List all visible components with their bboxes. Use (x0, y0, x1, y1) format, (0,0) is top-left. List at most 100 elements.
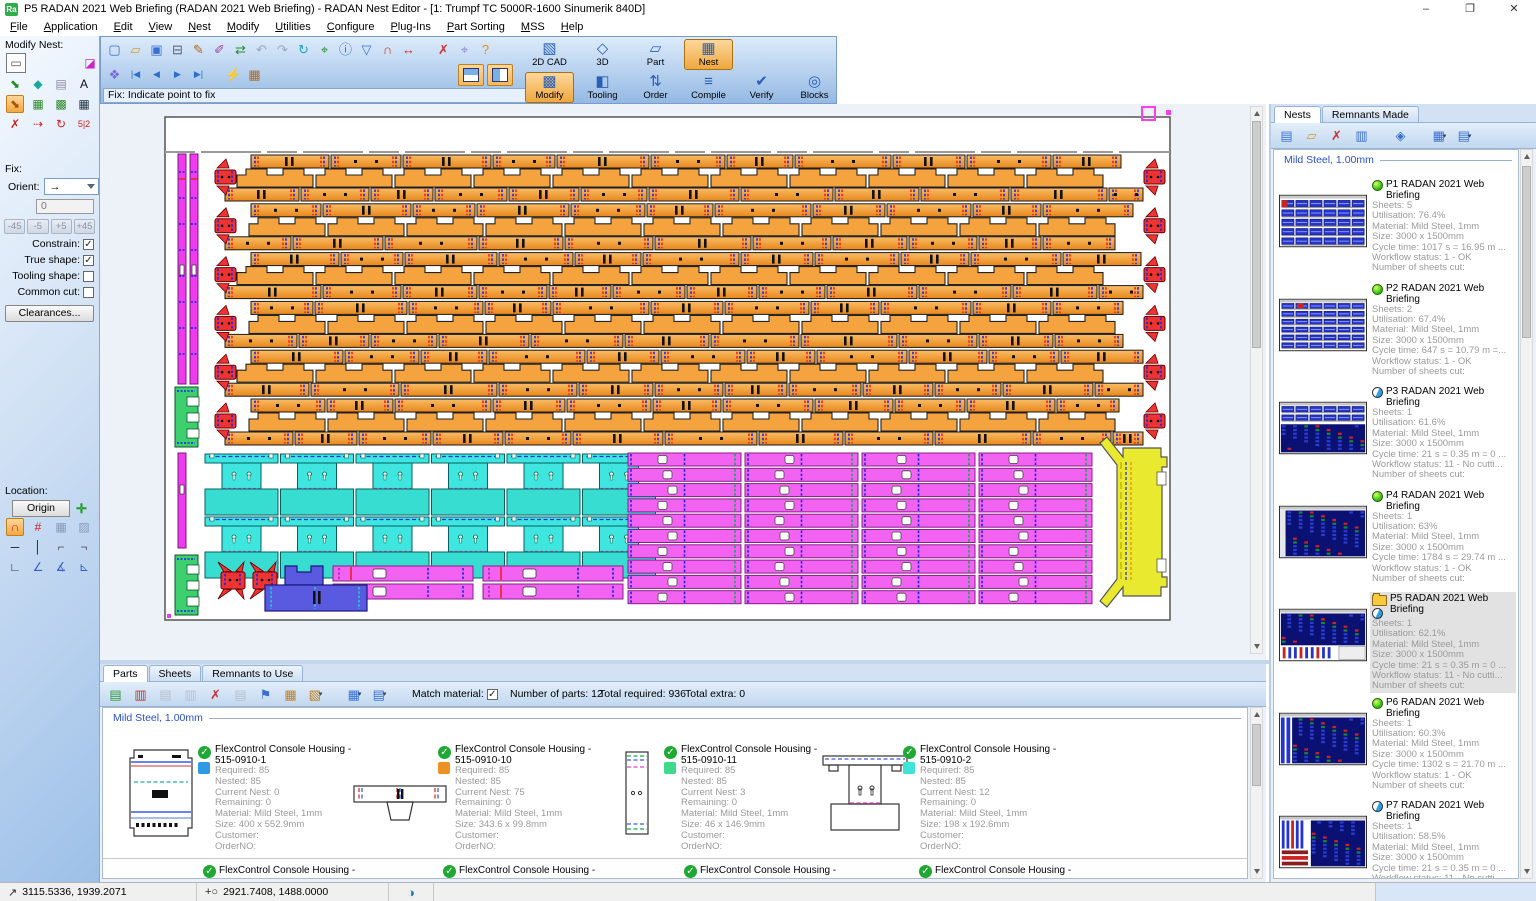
magnet-icon[interactable]: ∩ (377, 39, 398, 60)
constrain-checkbox[interactable] (83, 239, 94, 250)
angle-arc-icon[interactable]: ∡ (52, 558, 70, 576)
orient-dropdown[interactable]: → (44, 178, 99, 195)
angle-ref-icon[interactable]: ⊾ (75, 558, 93, 576)
add-part-icon[interactable]: ◆ (29, 75, 47, 93)
open-nest-icon[interactable]: ▱ (1301, 125, 1322, 146)
3d-button[interactable]: ◇3D (578, 39, 627, 70)
copy-part-icon[interactable]: ▥ (180, 684, 201, 705)
paste-part-icon[interactable]: ▤ (230, 684, 251, 705)
nest-entry-1[interactable]: P1 RADAN 2021 Web BriefingSheets: 5Utili… (1274, 166, 1518, 270)
tooling-button[interactable]: ◧Tooling (578, 72, 627, 103)
canvas-vertical-scrollbar[interactable] (1250, 106, 1263, 654)
sheet-tool-icon[interactable]: ▭ (6, 53, 26, 73)
nests-vertical-scrollbar[interactable] (1520, 149, 1533, 879)
part-list-icon[interactable]: ▤ (52, 75, 70, 93)
vertical-edge-icon[interactable]: │ (29, 538, 47, 556)
array-nest-icon[interactable]: ▦ (29, 95, 47, 113)
last-view-icon[interactable]: ▶| (188, 64, 209, 85)
detail-view-icon[interactable]: ▤▾ (1454, 125, 1475, 146)
scrollbar-thumb[interactable] (1252, 121, 1261, 348)
verify-button[interactable]: ✔Verify (737, 72, 786, 103)
part-card[interactable]: FlexControl Console Housing -515-0910-2R… (920, 744, 1070, 852)
menu-view[interactable]: View (141, 20, 181, 34)
2d-cad-button[interactable]: ▧2D CAD (525, 39, 574, 70)
tab-nests[interactable]: Nests (1274, 106, 1321, 123)
part-card[interactable]: FlexControl Console Housing -515-0910-10… (455, 744, 605, 852)
nest-entry-5[interactable]: P5 RADAN 2021 Web BriefingSheets: 1Utili… (1274, 580, 1518, 684)
menu-mss[interactable]: MSS (513, 20, 553, 34)
grid-icon[interactable]: # (29, 518, 47, 536)
restore-button[interactable]: ❐ (1448, 0, 1492, 18)
chart-view-icon[interactable]: ▧▾ (305, 684, 326, 705)
scroll-down-icon[interactable] (1254, 644, 1260, 649)
rotate-view-icon[interactable]: ↻ (293, 39, 314, 60)
corner-left-icon[interactable]: ⌐ (52, 538, 70, 556)
matrix-nest-icon[interactable]: ▦ (75, 95, 93, 113)
new-nest-icon[interactable]: ▤ (1276, 125, 1297, 146)
order-button[interactable]: ⇅Order (631, 72, 680, 103)
axis-icon[interactable]: ∟ (6, 558, 24, 576)
grid-off-icon[interactable]: ▨ (75, 518, 93, 536)
new-document-icon[interactable]: ▢ (104, 39, 125, 60)
delete-part-icon[interactable]: ✗ (6, 115, 24, 133)
angle-minus45-button[interactable]: -45 (4, 219, 25, 234)
minimize-button[interactable]: – (1404, 0, 1448, 18)
redo-icon[interactable]: ↷ (272, 39, 293, 60)
sheet-table-icon[interactable]: ▦ (244, 64, 265, 85)
measure-icon[interactable]: ↔ (398, 39, 419, 60)
nest-button[interactable]: ▦Nest (684, 39, 733, 70)
pin-part-icon[interactable]: ⚑ (255, 684, 276, 705)
help-icon[interactable]: ? (475, 39, 496, 60)
nest-entry-6[interactable]: P6 RADAN 2021 Web BriefingSheets: 1Utili… (1274, 684, 1518, 788)
match-material-checkbox[interactable] (487, 689, 498, 700)
common-cut-checkbox[interactable] (83, 287, 94, 298)
first-view-icon[interactable]: |◀ (125, 64, 146, 85)
block-nest-icon[interactable]: ▩ (52, 95, 70, 113)
close-button[interactable]: ✕ (1492, 0, 1536, 18)
table-view-icon[interactable]: ▦ (280, 684, 301, 705)
tooling-shape-checkbox[interactable] (83, 271, 94, 282)
tab-remnants-to-use[interactable]: Remnants to Use (202, 665, 303, 681)
layout-horizontal-icon[interactable] (458, 64, 484, 86)
remove-part-icon[interactable]: ✗ (205, 684, 226, 705)
part-button[interactable]: ▱Part (631, 39, 680, 70)
menu-edit[interactable]: Edit (106, 20, 141, 34)
scrollbar-thumb[interactable] (1252, 724, 1261, 786)
part-card[interactable]: FlexControl Console Housing -515-0910-1R… (215, 744, 365, 852)
menu-file[interactable]: File (2, 20, 36, 34)
grid-snap-icon[interactable]: ▦ (52, 518, 70, 536)
part-card[interactable]: FlexControl Console Housing -515-0910-11… (681, 744, 831, 852)
next-view-icon[interactable]: ▶ (167, 64, 188, 85)
nest-entry-4[interactable]: P4 RADAN 2021 Web BriefingSheets: 1Utili… (1274, 477, 1518, 581)
modify-button[interactable]: ▩Modify (525, 72, 574, 103)
undo-icon[interactable]: ↶ (251, 39, 272, 60)
move-part-icon[interactable]: ⬊ (6, 75, 24, 93)
save-icon[interactable]: ▣ (146, 39, 167, 60)
snap-pick-icon[interactable]: ⌖ (314, 39, 335, 60)
tab-remnants-made[interactable]: Remnants Made (1322, 106, 1419, 122)
export-nest-icon[interactable]: ▥ (1351, 125, 1372, 146)
filter-icon[interactable]: ▽ (356, 39, 377, 60)
print-icon[interactable]: ⊟ (167, 39, 188, 60)
layout-vertical-icon[interactable] (487, 64, 513, 86)
edit-geometry-icon[interactable]: ✐ (209, 39, 230, 60)
save-part-icon[interactable]: ▤ (155, 684, 176, 705)
menu-configure[interactable]: Configure (319, 20, 383, 34)
tab-sheets[interactable]: Sheets (149, 665, 202, 681)
horizontal-edge-icon[interactable]: ─ (6, 538, 24, 556)
clearances-button[interactable]: Clearances... (5, 305, 94, 322)
nest-canvas[interactable] (100, 104, 1266, 660)
import-part-icon[interactable]: ▥ (130, 684, 151, 705)
nest-entry-7[interactable]: P7 RADAN 2021 Web BriefingSheets: 1Utili… (1274, 787, 1518, 879)
compile-button[interactable]: ≡Compile (684, 72, 733, 103)
delete-tool-icon[interactable]: ✗ (433, 39, 454, 60)
order-nest-icon[interactable]: ◈ (1390, 125, 1411, 146)
tab-parts[interactable]: Parts (103, 665, 148, 682)
regenerate-icon[interactable]: ⚡ (223, 64, 244, 85)
info-icon[interactable]: ⓘ (335, 39, 356, 60)
list-view-icon[interactable]: ▤▾ (369, 684, 390, 705)
thumbnail-view-icon[interactable]: ▦▾ (344, 684, 365, 705)
scroll-up-icon[interactable] (1254, 712, 1260, 717)
scrollbar-thumb[interactable] (1522, 166, 1531, 338)
blocks-button[interactable]: ◎Blocks (790, 72, 839, 103)
